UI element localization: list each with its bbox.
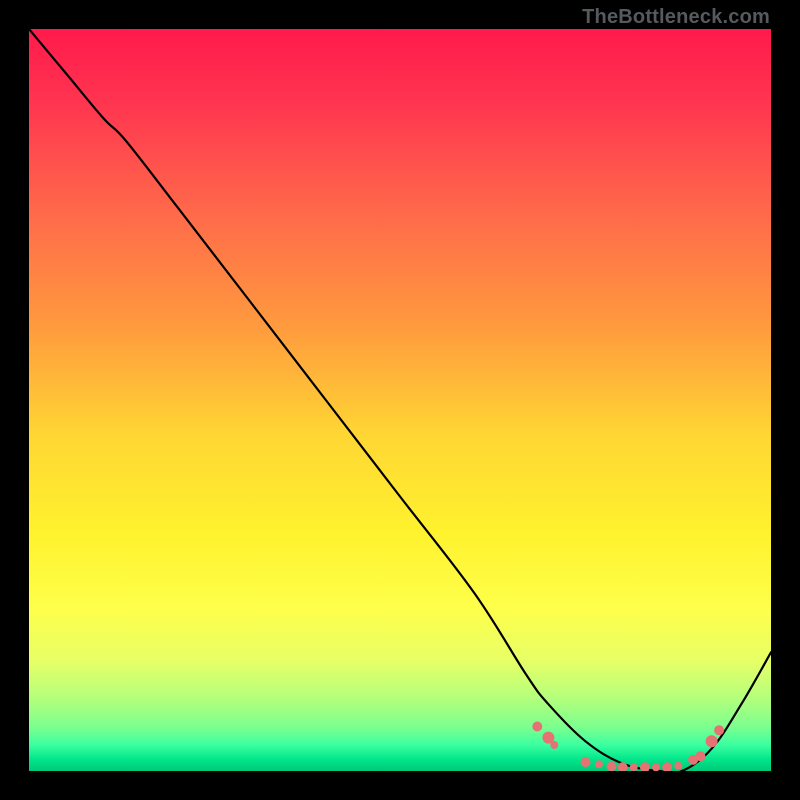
marker-point: [674, 762, 682, 770]
attribution-text: TheBottleneck.com: [582, 6, 770, 29]
bottleneck-curve: [29, 29, 771, 771]
marker-point: [706, 735, 718, 747]
chart-frame: TheBottleneck.com: [0, 0, 800, 800]
marker-point: [550, 741, 558, 749]
marker-point: [630, 763, 638, 771]
marker-point: [652, 763, 660, 771]
marker-point: [595, 760, 603, 768]
plot-area: [29, 29, 771, 771]
highlighted-points: [532, 722, 724, 772]
marker-point: [532, 722, 542, 732]
marker-point: [640, 762, 650, 771]
marker-point: [714, 725, 724, 735]
marker-point: [581, 757, 591, 767]
marker-point: [662, 762, 672, 771]
marker-point: [618, 762, 628, 771]
marker-point: [696, 751, 706, 761]
marker-point: [607, 762, 617, 772]
